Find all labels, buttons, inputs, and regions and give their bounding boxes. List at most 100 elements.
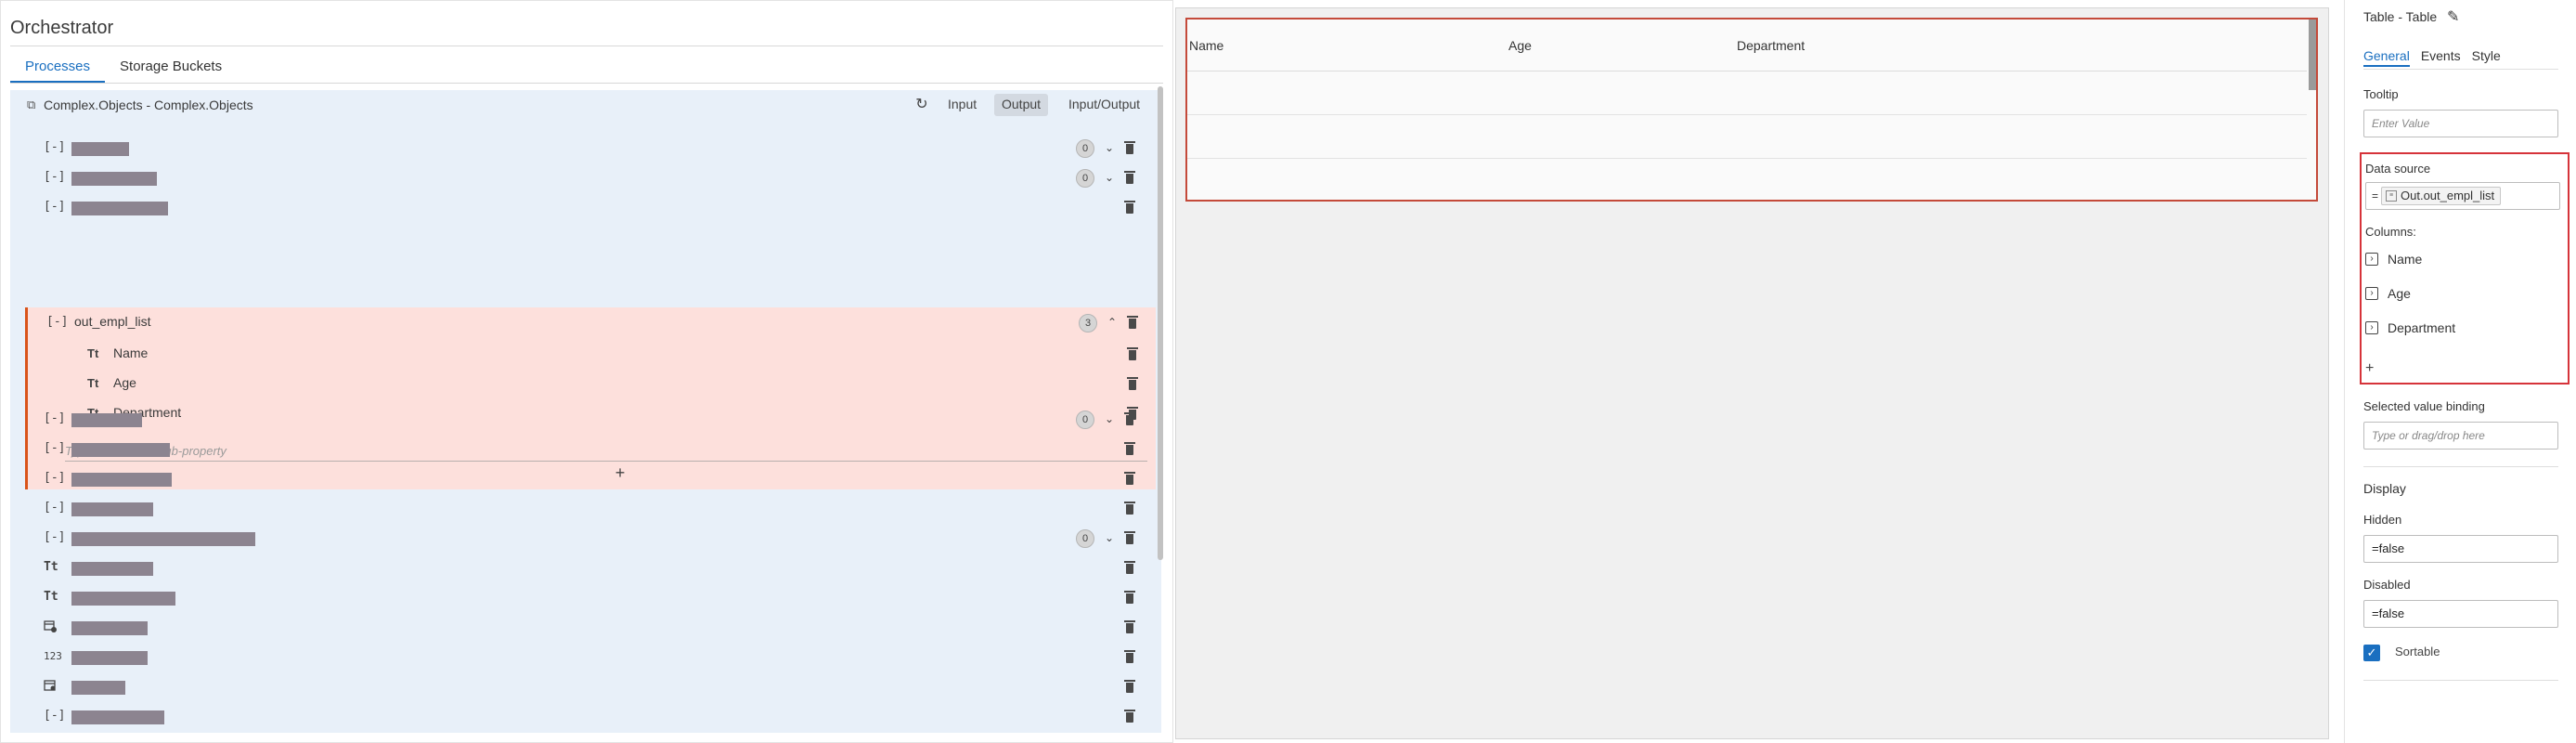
chevron-up-icon[interactable]: ⌃: [1105, 314, 1120, 331]
hidden-input[interactable]: =false: [2363, 535, 2558, 563]
trash-icon[interactable]: [1127, 377, 1138, 390]
disabled-input[interactable]: =false: [2363, 600, 2558, 628]
table-scrollbar[interactable]: [2309, 20, 2316, 90]
object-icon: [-]: [44, 140, 66, 154]
tree-scrollbar[interactable]: [1158, 86, 1163, 560]
trash-icon[interactable]: [1124, 141, 1135, 154]
tab-style[interactable]: Style: [2472, 48, 2501, 67]
tab-storage-buckets[interactable]: Storage Buckets: [105, 53, 237, 83]
trash-icon[interactable]: [1124, 472, 1135, 485]
tree-row[interactable]: [-] 0 ⌄: [10, 523, 1154, 553]
table-row: [1187, 72, 2307, 115]
divider: [2363, 69, 2558, 70]
count-badge: 0: [1076, 411, 1094, 429]
trash-icon[interactable]: [1124, 620, 1135, 633]
trash-icon[interactable]: [1124, 710, 1135, 723]
object-icon: [-]: [44, 501, 66, 515]
expand-icon[interactable]: ›: [2365, 287, 2378, 300]
trash-icon[interactable]: [1124, 442, 1135, 455]
display-heading: Display: [2363, 481, 2406, 496]
expression-prefix: =: [2372, 189, 2379, 202]
table-preview[interactable]: Name Age Department: [1185, 18, 2318, 202]
column-header: Age: [1508, 38, 1532, 53]
tree-row-expanded[interactable]: [-] out_empl_list 3 ⌃: [28, 307, 1156, 337]
redacted-name: [71, 473, 172, 487]
mode-input-output-button[interactable]: Input/Output: [1061, 94, 1147, 116]
divider: [2363, 680, 2558, 681]
mode-input-button[interactable]: Input: [940, 94, 984, 116]
data-source-label: Data source: [2365, 162, 2431, 176]
column-item-name[interactable]: › Name: [2365, 251, 2551, 269]
orchestrator-panel: Orchestrator Processes Storage Buckets ⧉…: [0, 0, 1173, 743]
text-type-icon: Tt: [87, 376, 99, 390]
tab-events[interactable]: Events: [2421, 48, 2461, 67]
trash-icon[interactable]: [1124, 680, 1135, 693]
object-icon: [-]: [46, 315, 69, 329]
chevron-down-icon[interactable]: ⌄: [1102, 529, 1117, 546]
trash-icon[interactable]: [1127, 347, 1138, 360]
tree-row[interactable]: [-] 0 ⌄: [10, 133, 1154, 163]
column-item-age[interactable]: › Age: [2365, 285, 2551, 304]
column-name: Name: [2388, 252, 2423, 267]
column-item-department[interactable]: › Department: [2365, 319, 2551, 338]
chevron-down-icon[interactable]: ⌄: [1102, 411, 1117, 427]
tree-row[interactable]: Tt: [10, 582, 1154, 612]
chevron-down-icon[interactable]: ⌄: [1102, 139, 1117, 156]
tree-row[interactable]: [10, 671, 1154, 701]
tab-general[interactable]: General: [2363, 48, 2410, 67]
tree-row[interactable]: [10, 612, 1154, 642]
selected-binding-input[interactable]: Type or drag/drop here: [2363, 422, 2558, 450]
tree-row[interactable]: [-]: [10, 463, 1154, 493]
tree-header: ⧉ Complex.Objects - Complex.Objects ↻ In…: [10, 90, 1154, 122]
object-icon: [-]: [44, 441, 66, 455]
pencil-icon[interactable]: ✎: [2447, 7, 2459, 26]
redacted-name: [71, 562, 153, 576]
expand-icon[interactable]: ›: [2365, 321, 2378, 334]
redacted-name: [71, 532, 255, 546]
redacted-name: [71, 502, 153, 516]
tab-processes[interactable]: Processes: [10, 53, 106, 83]
trash-icon[interactable]: [1124, 650, 1135, 663]
process-icon: ⧉: [27, 98, 36, 111]
trash-icon[interactable]: [1127, 316, 1138, 329]
redacted-name: [71, 172, 157, 186]
tree-row[interactable]: [-]: [10, 434, 1154, 463]
hidden-label: Hidden: [2363, 513, 2402, 527]
tree-row[interactable]: 123: [10, 642, 1154, 671]
trash-icon[interactable]: [1124, 412, 1135, 425]
trash-icon[interactable]: [1124, 171, 1135, 184]
mode-output-button[interactable]: Output: [994, 94, 1049, 116]
data-source-input[interactable]: = ≡ Out.out_empl_list: [2365, 182, 2560, 210]
tree-row[interactable]: [-] 0 ⌄: [10, 404, 1154, 434]
row-name: out_empl_list: [74, 314, 151, 329]
tree-row[interactable]: [-]: [10, 701, 1154, 731]
add-column-button[interactable]: +: [2365, 360, 2374, 377]
tree-row[interactable]: [-]: [10, 192, 1154, 222]
column-name: Age: [2388, 286, 2411, 301]
expand-icon[interactable]: ›: [2365, 253, 2378, 266]
tooltip-input[interactable]: Enter Value: [2363, 110, 2558, 137]
sub-property-row[interactable]: Tt Name: [28, 339, 1156, 369]
list-icon: ≡: [2386, 190, 2397, 202]
refresh-icon[interactable]: ↻: [913, 96, 931, 114]
object-icon: [-]: [44, 411, 66, 425]
process-tree: ⧉ Complex.Objects - Complex.Objects ↻ In…: [10, 90, 1161, 733]
trash-icon[interactable]: [1124, 201, 1135, 214]
data-source-chip[interactable]: ≡ Out.out_empl_list: [2381, 187, 2502, 205]
tree-row[interactable]: Tt: [10, 553, 1154, 582]
divider: [2363, 466, 2558, 467]
table-row: [1187, 160, 2307, 202]
process-label: Complex.Objects - Complex.Objects: [44, 98, 253, 112]
trash-icon[interactable]: [1124, 531, 1135, 544]
tree-row[interactable]: [-] 0 ⌄: [10, 163, 1154, 192]
trash-icon[interactable]: [1124, 502, 1135, 515]
tree-row[interactable]: [-]: [10, 493, 1154, 523]
redacted-name: [71, 651, 148, 665]
sub-property-row[interactable]: Tt Age: [28, 369, 1156, 398]
trash-icon[interactable]: [1124, 591, 1135, 604]
chevron-down-icon[interactable]: ⌄: [1102, 169, 1117, 186]
trash-icon[interactable]: [1124, 561, 1135, 574]
table-header: Name Age Department: [1187, 20, 2307, 72]
sortable-checkbox[interactable]: ✓: [2363, 645, 2380, 661]
design-canvas: Name Age Department: [1175, 7, 2329, 739]
